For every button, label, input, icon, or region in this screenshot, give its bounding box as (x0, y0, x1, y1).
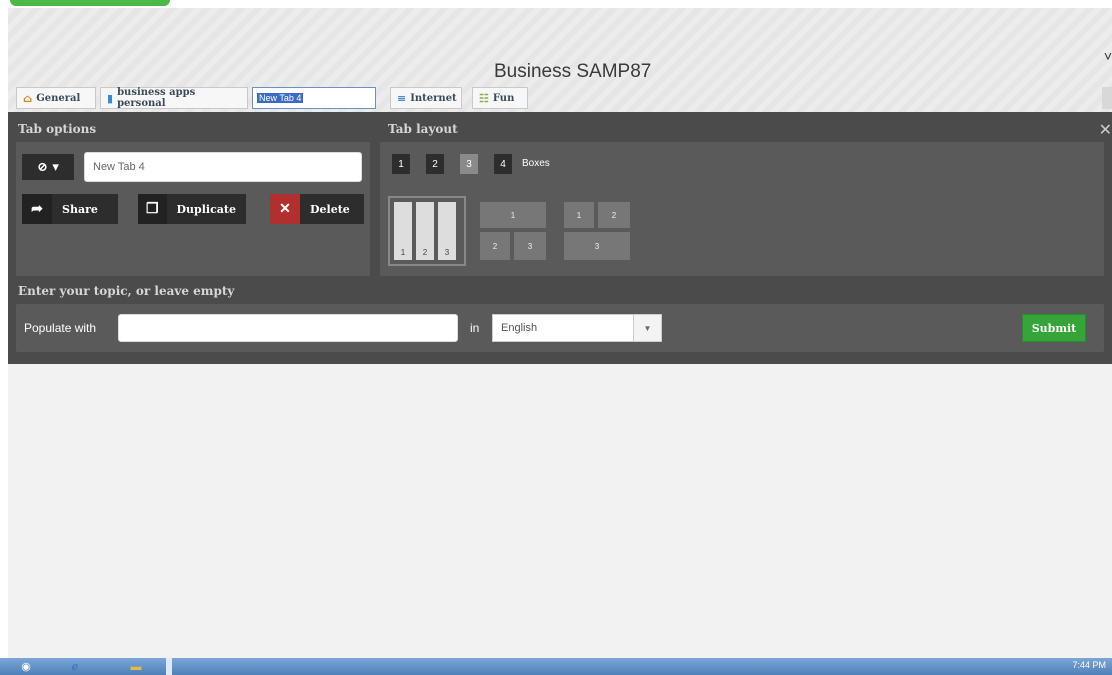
browser-icon[interactable]: ℯ (60, 658, 90, 675)
home-icon: ⌂ (23, 91, 33, 105)
in-label: in (470, 321, 480, 335)
close-icon[interactable]: ✕ (1099, 120, 1112, 140)
layout-cell: 1 (564, 202, 594, 228)
topic-input[interactable] (118, 314, 458, 342)
layout-col: 1 (394, 202, 412, 260)
internet-icon: ≡ (397, 91, 407, 105)
taskbar: ◉ ℯ ▬ 7:44 PM (0, 658, 1112, 675)
layout-cell: 2 (480, 232, 510, 260)
language-select[interactable]: English ▼ (492, 314, 662, 342)
layout-col: 3 (438, 202, 456, 260)
submit-button[interactable]: Submit (1022, 314, 1086, 342)
clock: 7:44 PM (1072, 660, 1106, 670)
tab-layout-title: Tab layout (388, 122, 458, 136)
share-icon: ➦ (22, 194, 52, 224)
scroll-indicator: ˅ (1103, 48, 1112, 64)
tab-label: business apps personal (117, 87, 196, 109)
tab-content-area (8, 364, 1112, 658)
tab-settings-panel: ✕ Tab options ⊘ ▾ New Tab 4 ➦ Share ❐ Du… (8, 112, 1112, 364)
tab-bar-end (1102, 87, 1112, 109)
page-title: Business SAMP87 (494, 61, 652, 82)
columns-2-button[interactable]: 2 (426, 154, 444, 174)
tab-layout-box: 1 2 3 4 Boxes 1 2 3 1 2 3 1 2 3 (380, 142, 1104, 276)
tab-business-apps-personal[interactable]: ▮ business apps personal (100, 87, 248, 109)
layout-cell: 3 (564, 232, 630, 260)
tab-internet[interactable]: ≡ Internet (390, 87, 462, 109)
tab-label: General (36, 92, 81, 104)
columns-4-button[interactable]: 4 (494, 154, 512, 174)
tab-bar: ⌂ General ▮ business apps personal New T… (8, 84, 1112, 110)
tab-name-input[interactable]: New Tab 4 (257, 93, 304, 103)
tab-general[interactable]: ⌂ General (16, 87, 96, 109)
tab-name-field[interactable]: New Tab 4 (84, 152, 362, 182)
topic-box: Populate with in English ▼ Submit (16, 304, 1104, 352)
layout-option-three-columns[interactable]: 1 2 3 (388, 196, 466, 266)
layout-col: 2 (416, 202, 434, 260)
share-button[interactable]: ➦ Share (22, 194, 118, 224)
columns-1-button[interactable]: 1 (392, 154, 410, 174)
language-value: English (501, 322, 538, 334)
taskbar-active-window[interactable] (166, 658, 172, 675)
tab-new-tab-4-edit[interactable]: New Tab 4 (252, 87, 376, 109)
layout-cell: 1 (480, 202, 546, 228)
layout-cell: 3 (514, 232, 546, 260)
delete-button[interactable]: ✕ Delete (270, 194, 364, 224)
top-green-bar (10, 0, 170, 6)
tab-label: Fun (492, 92, 515, 104)
columns-3-button[interactable]: 3 (460, 154, 478, 174)
layout-cell: 2 (598, 202, 630, 228)
duplicate-button[interactable]: ❐ Duplicate (138, 194, 246, 224)
fun-icon: ☷ (479, 91, 489, 105)
topic-title: Enter your topic, or leave empty (18, 284, 235, 298)
no-icon-icon: ⊘ ▾ (37, 159, 59, 175)
dropdown-arrow-icon: ▼ (633, 315, 661, 341)
folder-icon[interactable]: ▬ (118, 658, 154, 675)
tab-options-box: ⊘ ▾ New Tab 4 ➦ Share ❐ Duplicate ✕ Dele… (16, 142, 370, 276)
boxes-label: Boxes (522, 158, 550, 169)
populate-label: Populate with (24, 321, 97, 335)
start-button-icon[interactable]: ◉ (8, 658, 44, 675)
icon-picker-button[interactable]: ⊘ ▾ (22, 154, 74, 180)
tab-fun[interactable]: ☷ Fun (472, 87, 528, 109)
bar-chart-icon: ▮ (107, 91, 114, 105)
tab-options-title: Tab options (18, 122, 97, 136)
delete-icon: ✕ (270, 194, 300, 224)
duplicate-icon: ❐ (138, 194, 167, 224)
tab-label: Internet (410, 92, 457, 104)
